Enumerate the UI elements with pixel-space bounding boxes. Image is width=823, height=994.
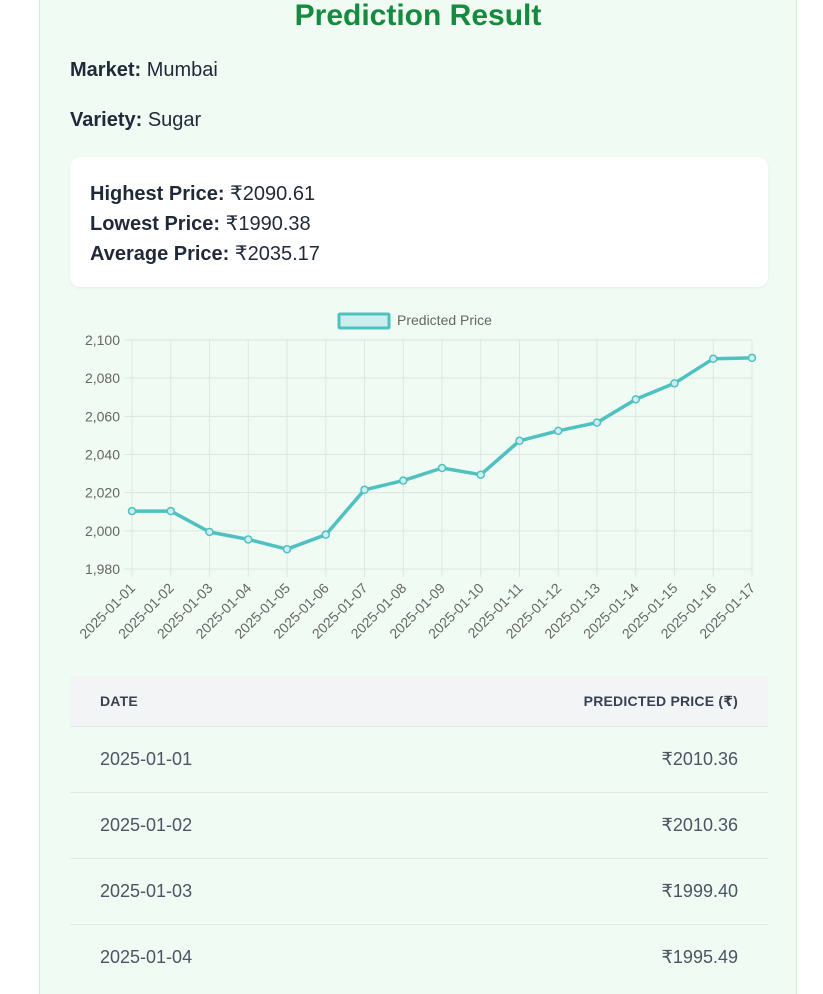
data-point[interactable] <box>554 426 563 436</box>
lowest-price-row: Lowest Price: ₹1990.38 <box>90 209 748 239</box>
market-value: Mumbai <box>146 59 218 81</box>
data-point[interactable] <box>515 436 524 446</box>
data-point[interactable] <box>437 463 447 473</box>
y-tick-label: 2,080 <box>85 370 120 386</box>
lowest-price-label: Lowest Price: <box>90 213 221 235</box>
column-header-price: Predicted Price (₹) <box>359 676 768 727</box>
table-header-row: Date Predicted Price (₹) <box>70 676 768 727</box>
row-price: ₹2010.36 <box>359 792 768 859</box>
row-price: ₹1999.40 <box>359 858 768 925</box>
variety-line: Variety: Sugar <box>70 108 201 132</box>
y-tick-label: 2,060 <box>85 408 120 424</box>
y-tick-label: 2,000 <box>85 523 120 539</box>
data-point[interactable] <box>592 418 602 427</box>
row-price: ₹1995.49 <box>359 924 768 990</box>
price-chart-svg: Predicted Price 1,980 2,000 2,020 2,040 2,06… <box>76 312 758 642</box>
lowest-price-value: ₹1990.38 <box>225 213 311 235</box>
data-point[interactable] <box>399 476 408 485</box>
row-date: 2025-01-04 <box>70 924 360 990</box>
y-axis: 1,980 2,000 2,020 2,040 2,060 2,080 2,100 <box>85 332 120 577</box>
average-price-value: ₹2035.17 <box>234 243 320 265</box>
y-tick-label: 2,040 <box>85 447 120 463</box>
data-point[interactable] <box>127 506 137 516</box>
data-point[interactable] <box>670 379 679 388</box>
data-point[interactable] <box>166 506 175 516</box>
page-title: Prediction Result <box>294 0 542 32</box>
table-row: 2025-01-03 ₹1999.40 <box>70 858 768 925</box>
price-chart: Predicted Price 1,980 2,000 2,020 2,040 2,06… <box>40 310 798 660</box>
data-point[interactable] <box>321 530 330 539</box>
x-axis: 2025-01-012025-01-022025-01-032025-01-04… <box>76 580 758 642</box>
table-row: 2025-01-02 ₹2010.36 <box>70 792 768 859</box>
average-price-label: Average Price: <box>90 243 230 265</box>
chart-legend[interactable]: Predicted Price <box>337 312 492 330</box>
data-point[interactable] <box>205 527 214 537</box>
chart-grid <box>124 339 753 577</box>
y-tick-label: 2,020 <box>85 485 120 501</box>
table-row: 2025-01-01 ₹2010.36 <box>70 726 768 793</box>
highest-price-label: Highest Price: <box>90 183 225 205</box>
data-point[interactable] <box>631 395 640 404</box>
average-price-row: Average Price: ₹2035.17 <box>90 239 748 269</box>
table-row: 2025-01-04 ₹1995.49 <box>70 924 768 990</box>
data-point[interactable] <box>747 353 757 363</box>
variety-label: Variety: <box>70 109 143 131</box>
price-summary-card: Highest Price: ₹2090.61 Lowest Price: ₹1… <box>70 157 768 287</box>
row-date: 2025-01-03 <box>70 858 360 925</box>
row-date: 2025-01-01 <box>70 726 360 793</box>
row-date: 2025-01-02 <box>70 792 360 859</box>
prediction-panel: Prediction Result Market: Mumbai Variety… <box>39 0 797 994</box>
variety-value: Sugar <box>147 109 202 131</box>
market-line: Market: Mumbai <box>70 58 218 82</box>
y-tick-label: 1,980 <box>85 561 120 577</box>
data-point[interactable] <box>360 485 369 495</box>
market-label: Market: <box>70 59 142 81</box>
data-point[interactable] <box>282 544 292 554</box>
prediction-table: Date Predicted Price (₹) 2025-01-01 ₹201… <box>70 676 768 990</box>
data-point[interactable] <box>244 535 253 544</box>
row-price: ₹2010.36 <box>359 726 768 793</box>
legend-label: Predicted Price <box>397 312 492 328</box>
legend-swatch <box>337 312 391 330</box>
highest-price-value: ₹2090.61 <box>230 183 316 205</box>
highest-price-row: Highest Price: ₹2090.61 <box>90 179 748 209</box>
data-point[interactable] <box>476 470 485 479</box>
column-header-date: Date <box>70 676 360 727</box>
y-tick-label: 2,100 <box>85 332 120 348</box>
data-point[interactable] <box>709 354 718 363</box>
